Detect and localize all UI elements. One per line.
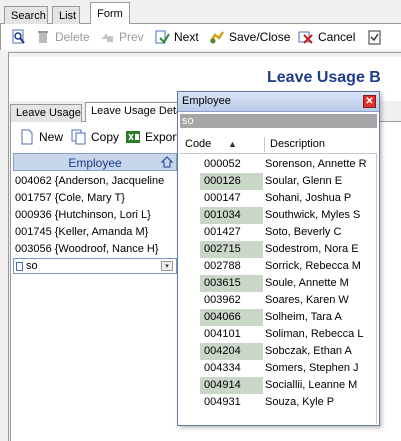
list-item[interactable]: 003615 Soule, Annette M [180, 275, 377, 292]
employee-column-header[interactable]: Employee [13, 153, 177, 171]
list-item[interactable]: 000052 Sorenson, Annette R [180, 156, 377, 173]
cancel-button[interactable]: Cancel [298, 27, 355, 47]
checklist-button[interactable] [367, 27, 383, 47]
list-item[interactable]: 004914 Sociallii, Leanne M [180, 377, 377, 394]
employee-name: Sorrick, Rebecca M [265, 260, 361, 272]
employee-code: 003615 [200, 275, 263, 292]
employee-name: Somers, Stephen J [265, 362, 359, 374]
close-icon[interactable]: ✕ [363, 95, 376, 108]
tab-list[interactable]: List [52, 6, 80, 25]
find-button[interactable] [11, 27, 27, 47]
employee-code: 004066 [200, 309, 263, 326]
popup-column-headers: Code ▲ Description [180, 136, 377, 154]
list-item[interactable]: 000147 Sohani, Joshua P [180, 190, 377, 207]
list-item[interactable]: 001034 Southwick, Myles S [180, 207, 377, 224]
employee-code: 004334 [204, 362, 241, 374]
top-tab-bar: Search List Form [0, 0, 401, 25]
delete-button[interactable]: Delete [35, 27, 90, 47]
list-item[interactable]: 004204 Sobczak, Ethan A [180, 343, 377, 360]
employee-lookup-popup: Employee ✕ so Code ▲ Description 000052 S… [177, 91, 380, 426]
employee-name: Sorenson, Annette R [265, 158, 367, 170]
list-item[interactable]: 000126 Soular, Glenn E [180, 173, 377, 190]
list-item[interactable]: 003962 Soares, Karen W [180, 292, 377, 309]
main-toolbar: Delete Prev Next Save/Close Cancel [0, 24, 401, 50]
employee-code: 001427 [204, 226, 241, 238]
table-row[interactable]: 004062 {Anderson, Jacqueline [15, 175, 179, 192]
employee-code: 004101 [204, 328, 241, 340]
export-button[interactable]: Export [125, 128, 180, 146]
employee-code: 004204 [200, 343, 263, 360]
tab-leave-usage-details[interactable]: Leave Usage Deta [85, 102, 185, 123]
employee-code: 003962 [204, 294, 241, 306]
next-document-icon [155, 30, 170, 44]
employee-code: 002788 [204, 260, 241, 272]
sort-ascending-icon[interactable]: ▲ [228, 139, 237, 149]
popup-search-field[interactable]: so [180, 114, 377, 128]
employee-name: Souza, Kyle P [265, 396, 335, 408]
save-close-icon [209, 31, 225, 44]
employee-name: Soliman, Rebecca L [265, 328, 364, 340]
dropdown-button[interactable]: ▾ [161, 261, 173, 271]
copy-button[interactable]: Copy [71, 128, 119, 146]
list-item[interactable]: 002715 Sodestrom, Nora E [180, 241, 377, 258]
column-header-description[interactable]: Description [270, 138, 325, 150]
employee-code: 000126 [200, 173, 263, 190]
employee-name: Sodestrom, Nora E [265, 243, 359, 255]
employee-code: 004931 [204, 396, 241, 408]
trash-icon [38, 31, 48, 43]
employee-code: 001034 [200, 207, 263, 224]
next-button[interactable]: Next [154, 27, 199, 47]
tab-search[interactable]: Search [4, 6, 48, 25]
list-item[interactable]: 004066 Solheim, Tara A [180, 309, 377, 326]
employee-name: Soto, Beverly C [265, 226, 342, 238]
new-document-icon [21, 129, 33, 145]
employee-name: Soular, Glenn E [265, 175, 343, 187]
popup-title-bar: Employee ✕ [178, 92, 379, 112]
tab-leave-usage[interactable]: Leave Usage [10, 104, 82, 123]
tab-form[interactable]: Form [90, 2, 130, 25]
employee-name: Solheim, Tara A [265, 311, 342, 323]
magnifier-document-icon [12, 29, 25, 44]
employee-name: Sociallii, Leanne M [265, 379, 358, 391]
employee-name: Sobczak, Ethan A [265, 345, 352, 357]
home-icon[interactable] [161, 156, 173, 168]
employee-code: 000147 [204, 192, 241, 204]
page-title: Leave Usage B [267, 69, 381, 86]
row-selector [16, 262, 23, 271]
prev-button[interactable]: Prev [99, 27, 144, 47]
employee-code: 004914 [200, 377, 263, 394]
new-button[interactable]: New [19, 128, 63, 146]
table-row[interactable]: 000936 {Hutchinson, Lori L} [15, 209, 179, 226]
employee-input[interactable]: so ▾ [13, 258, 177, 274]
list-item[interactable]: 004334 Somers, Stephen J [180, 360, 377, 377]
list-item[interactable]: 001427 Soto, Beverly C [180, 224, 377, 241]
list-item[interactable]: 004101 Soliman, Rebecca L [180, 326, 377, 343]
list-item[interactable]: 004931 Souza, Kyle P [180, 394, 377, 411]
employee-name: Soares, Karen W [265, 294, 349, 306]
table-row[interactable]: 001745 {Keller, Amanda M} [15, 226, 179, 243]
employee-name: Soule, Annette M [265, 277, 349, 289]
table-row[interactable]: 001757 {Cole, Mary T} [15, 192, 179, 209]
employee-name: Sohani, Joshua P [265, 192, 352, 204]
employee-name: Southwick, Myles S [265, 209, 361, 221]
prev-arrow-icon [101, 33, 113, 42]
copy-icon [71, 129, 86, 145]
employee-code: 002715 [200, 241, 263, 258]
checklist-icon [368, 30, 381, 45]
list-item[interactable]: 002788 Sorrick, Rebecca M [180, 258, 377, 275]
excel-export-icon [126, 131, 140, 143]
cancel-icon [298, 31, 313, 44]
save-close-button[interactable]: Save/Close [209, 27, 290, 47]
employee-code: 000052 [204, 158, 241, 170]
column-header-code[interactable]: Code [185, 138, 211, 150]
